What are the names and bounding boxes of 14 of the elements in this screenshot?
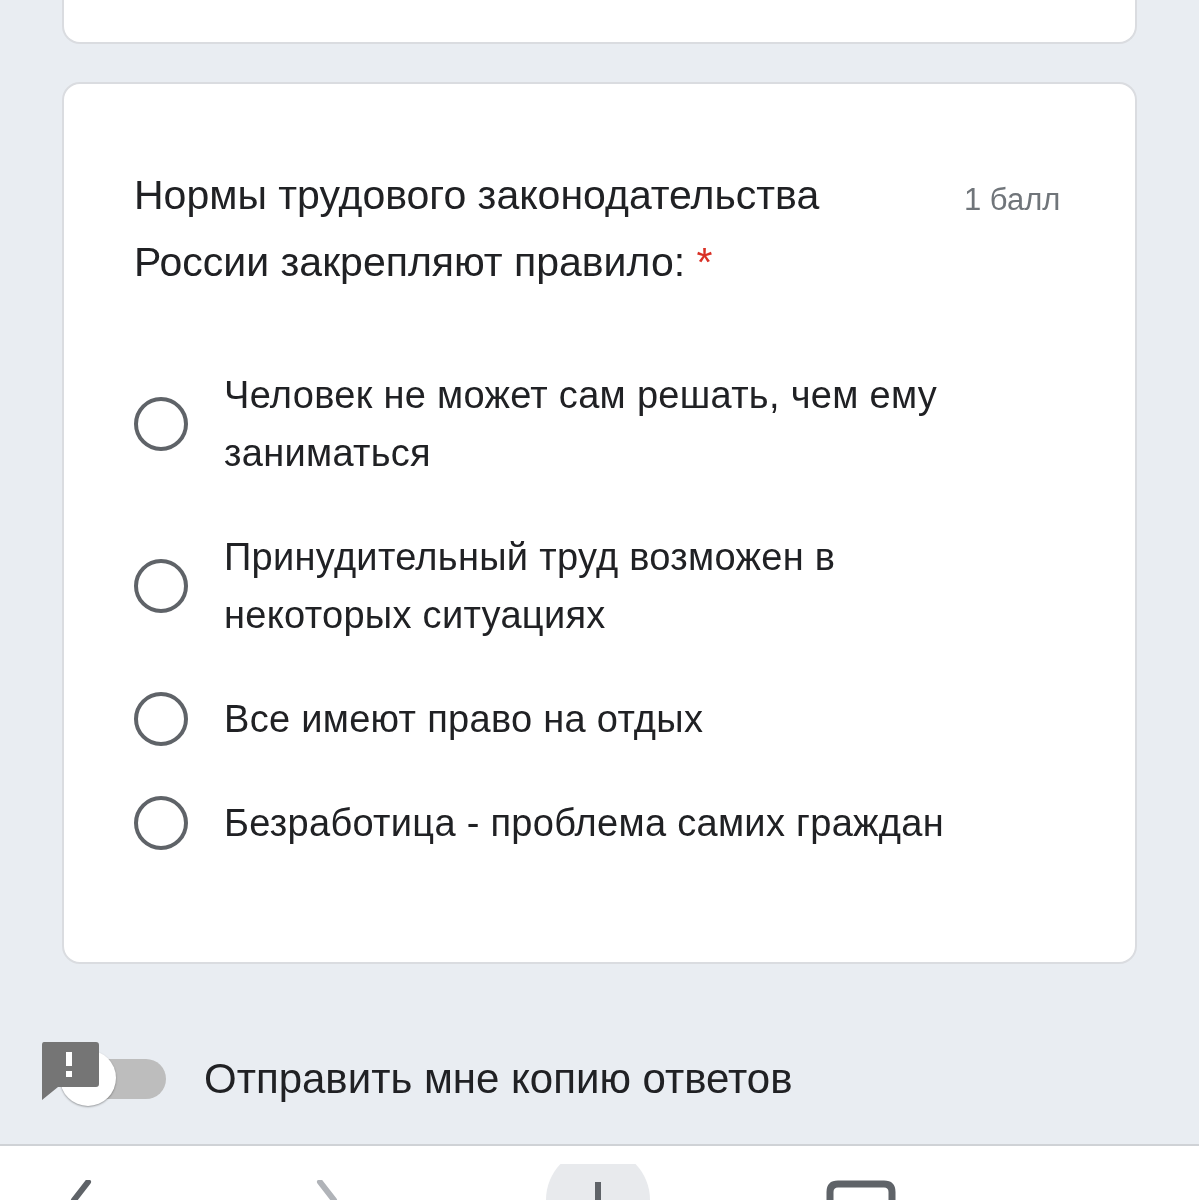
radio-button[interactable] [134, 397, 188, 451]
option-label[interactable]: Все имеют право на отдых [224, 690, 704, 748]
feedback-icon[interactable] [40, 1040, 100, 1100]
option-label[interactable]: Принудительный труд возможен в некоторых ситуациях [224, 528, 1014, 644]
question-title: Нормы трудового законодательства России закрепляют правило: * [134, 171, 821, 287]
option-label[interactable]: Человек не может сам решать, чем ему заниматься [224, 366, 1014, 482]
radio-button[interactable] [134, 796, 188, 850]
tabs-icon[interactable] [826, 1180, 896, 1200]
radio-button[interactable] [134, 692, 188, 746]
send-copy-label[interactable]: Отправить мне копию ответов [204, 1055, 793, 1103]
points-label: 1 балл [964, 182, 1061, 218]
radio-button[interactable] [134, 559, 188, 613]
option-label[interactable]: Безработица - проблема самих граждан [224, 794, 944, 852]
required-mark: * [696, 239, 713, 285]
